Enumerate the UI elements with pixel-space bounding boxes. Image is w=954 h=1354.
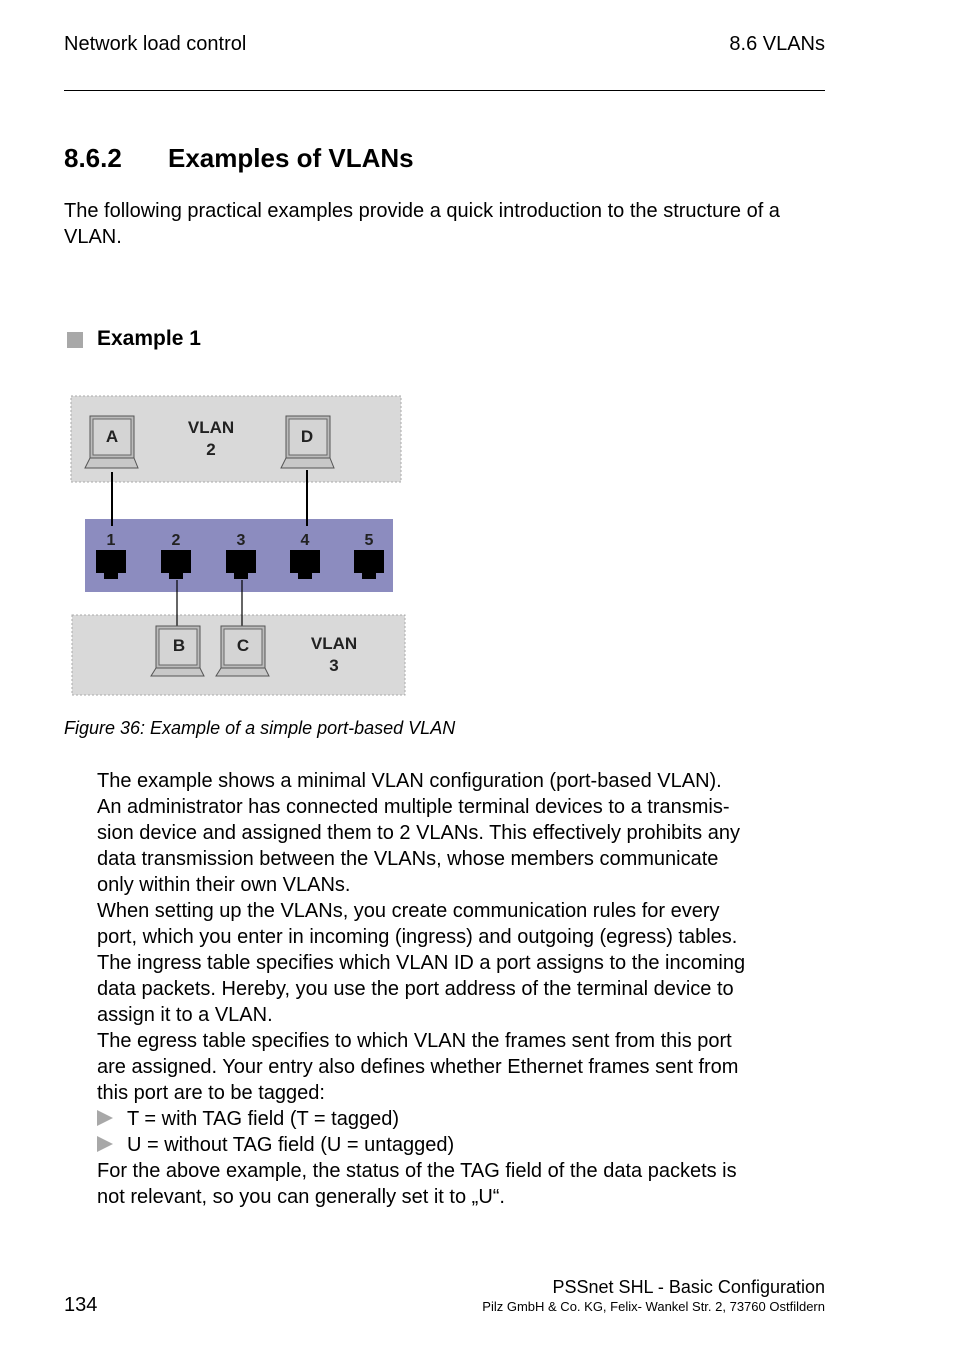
vlan-diagram: 1 2 3 4 5 A D B C VLAN 2 VLAN 3 [70,395,406,696]
body-line: An administrator has connected multiple … [97,796,730,818]
body-line: only within their own VLANs. [97,874,351,896]
body-line: The ingress table specifies which VLAN I… [97,952,746,974]
footer-address: Pilz GmbH & Co. KG, Felix- Wankel Str. 2… [482,1299,825,1314]
body-line: The example shows a minimal VLAN configu… [97,770,722,792]
section-heading: 8.6.2 Examples of VLANs [64,143,414,174]
body-line: For the above example, the status of the… [97,1160,737,1182]
vlan-2-label-line2: 2 [206,440,215,459]
section-number: 8.6.2 [64,143,122,173]
body-line: When setting up the VLANs, you create co… [97,900,720,922]
example-title: Example 1 [97,327,201,350]
body-line: data packets. Hereby, you use the port a… [97,978,734,1000]
body-line: are assigned. Your entry also defines wh… [97,1056,739,1078]
header-rule [64,90,825,91]
square-bullet-icon [67,332,83,348]
body-line: The egress table specifies to which VLAN… [97,1030,732,1052]
port-label-3: 3 [237,532,246,549]
body-line: data transmission between the VLANs, who… [97,848,719,870]
terminal-c-laptop-icon: C [215,625,270,677]
vlan-2-label-line1: VLAN [188,418,234,437]
terminal-d-laptop-icon: D [280,415,335,469]
bullet-text: T = with TAG field (T = tagged) [127,1108,399,1130]
terminal-d-label: D [301,427,313,446]
figure-caption: Figure 36: Example of a simple port-base… [64,718,456,738]
port-label-5: 5 [365,532,374,549]
header-chapter: Network load control [64,33,247,55]
body-line: this port are to be tagged: [97,1082,325,1104]
body-text: The example shows a minimal VLAN configu… [97,768,837,1210]
port-label-1: 1 [107,532,116,549]
bullet-item: U = without TAG field (U = untagged) [97,1132,837,1158]
bullet-item: T = with TAG field (T = tagged) [97,1106,837,1132]
section-title: Examples of VLANs [168,143,414,173]
terminal-a-laptop-icon: A [84,415,139,469]
port-label-4: 4 [301,532,310,549]
port-label-2: 2 [172,532,181,549]
body-line: sion device and assigned them to 2 VLANs… [97,822,740,844]
body-line: assign it to a VLAN. [97,1004,273,1026]
vlan-3-label-line1: VLAN [311,634,357,653]
terminal-c-label: C [237,636,249,655]
body-line: port, which you enter in incoming (ingre… [97,926,738,948]
vlan-3-label-line2: 3 [329,656,338,675]
terminal-b-laptop-icon: B [150,625,205,677]
bullet-text: U = without TAG field (U = untagged) [127,1134,455,1156]
page-number: 134 [64,1294,98,1316]
intro-paragraph: The following practical examples provide… [64,200,780,248]
triangle-bullet-icon [97,1110,113,1126]
terminal-b-label: B [173,636,185,655]
triangle-bullet-icon [97,1136,113,1152]
footer-title: PSSnet SHL - Basic Configuration [552,1277,825,1297]
header-section: 8.6 VLANs [729,33,825,55]
body-line: not relevant, so you can generally set i… [97,1186,505,1208]
terminal-a-label: A [106,427,118,446]
